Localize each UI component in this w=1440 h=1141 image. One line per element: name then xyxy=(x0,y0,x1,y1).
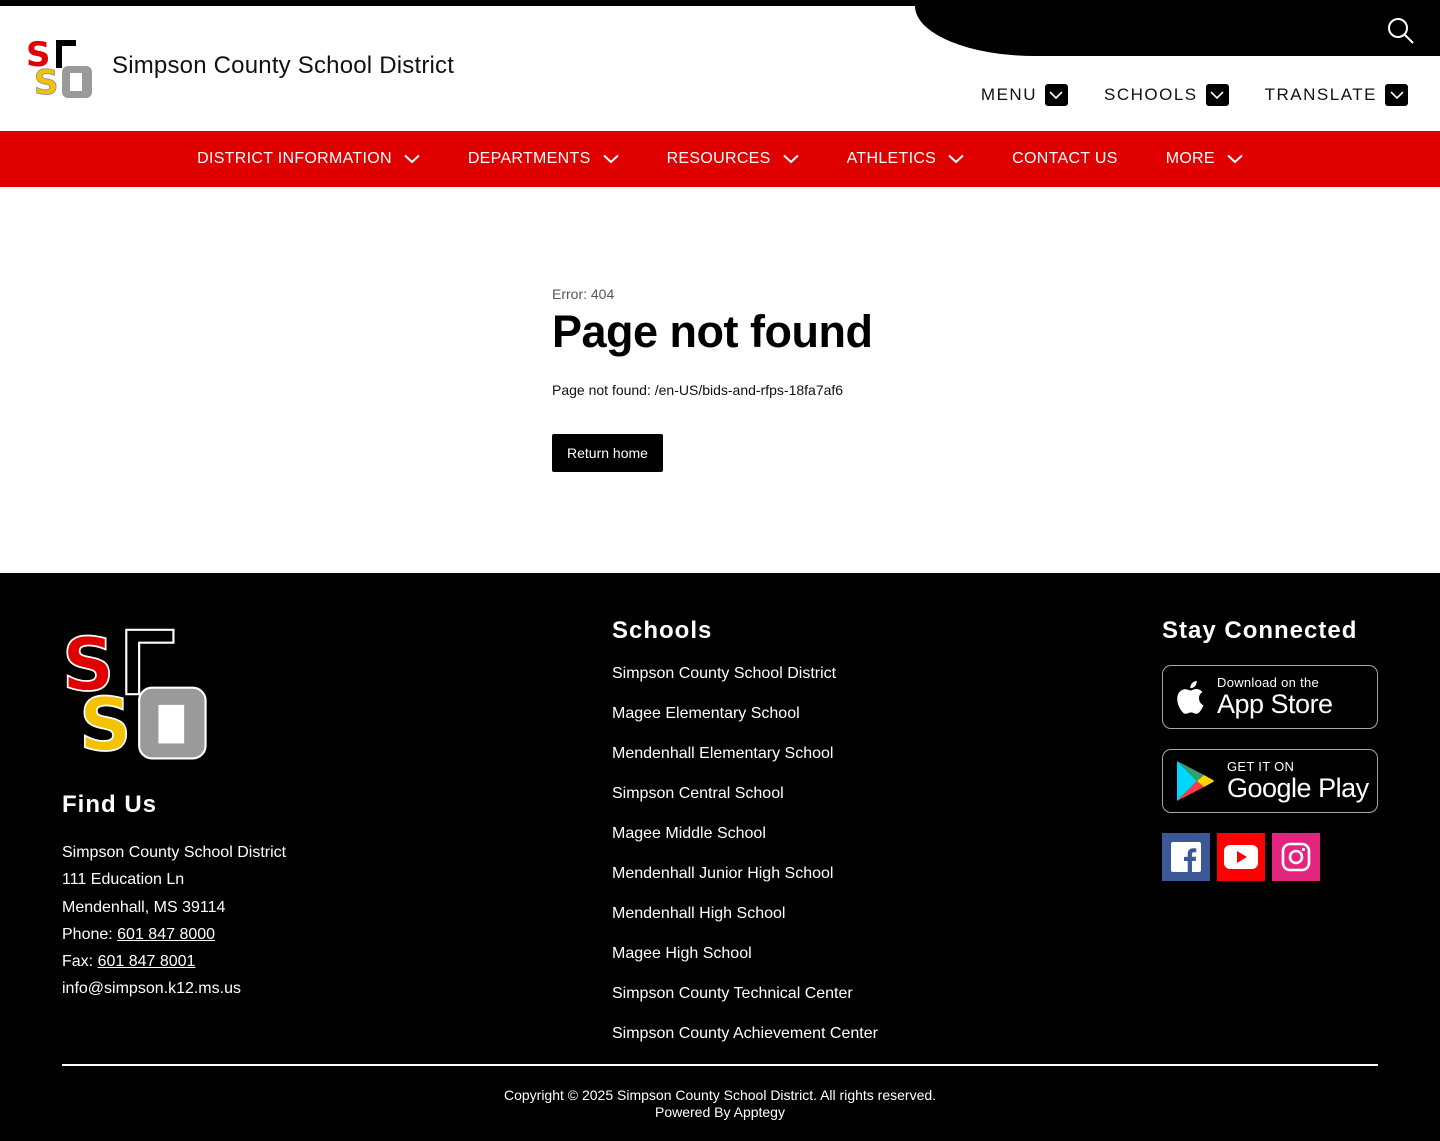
google-play-small-text: GET IT ON xyxy=(1227,759,1295,774)
site-title[interactable]: Simpson County School District xyxy=(112,52,454,80)
school-link[interactable]: Mendenhall Elementary School xyxy=(612,745,878,785)
nav-item-departments[interactable]: DEPARTMENTS xyxy=(444,131,643,187)
address-block: Simpson County School District 111 Educa… xyxy=(62,839,286,1003)
nav-item-contact-us[interactable]: CONTACT US xyxy=(988,131,1142,187)
svg-text:S: S xyxy=(34,63,59,102)
google-play-big-text: Google Play xyxy=(1227,773,1369,803)
street-address: 111 Education Ln xyxy=(62,871,185,889)
copyright-block: Copyright © 2025 Simpson County School D… xyxy=(0,1087,1440,1121)
chevron-down-icon xyxy=(404,154,420,164)
app-store-small-text: Download on the xyxy=(1217,675,1320,690)
error-code: Error: 404 xyxy=(552,286,615,302)
instagram-link[interactable] xyxy=(1272,833,1320,881)
facebook-icon xyxy=(1171,842,1201,872)
phone-link[interactable]: 601 847 8000 xyxy=(117,926,215,943)
school-link[interactable]: Magee High School xyxy=(612,945,878,985)
facebook-link[interactable] xyxy=(1162,833,1210,881)
translate-label: TRANSLATE xyxy=(1264,85,1377,104)
powered-by-link[interactable]: Powered By Apptegy xyxy=(0,1104,1440,1121)
chevron-down-icon xyxy=(1385,84,1408,106)
district-logo[interactable]: S S xyxy=(26,32,96,102)
school-link[interactable]: Simpson Central School xyxy=(612,785,878,825)
nav-item-label: RESOURCES xyxy=(666,150,771,167)
chevron-down-icon xyxy=(948,154,964,164)
chevron-down-icon xyxy=(1227,154,1243,164)
school-link[interactable]: Magee Elementary School xyxy=(612,705,878,745)
apple-icon xyxy=(1177,680,1204,714)
nav-item-label: DISTRICT INFORMATION xyxy=(197,150,392,167)
google-play-icon xyxy=(1177,761,1214,801)
district-name: Simpson County School District xyxy=(62,844,287,861)
nav-item-more[interactable]: MORE xyxy=(1142,131,1267,187)
chevron-down-icon xyxy=(1044,84,1068,106)
chevron-down-icon xyxy=(602,154,619,164)
nav-item-label: CONTACT US xyxy=(1012,150,1118,167)
school-link[interactable]: Magee Middle School xyxy=(612,825,878,865)
nav-item-resources[interactable]: RESOURCES xyxy=(643,131,823,187)
fax-line: Fax: 601 847 8001 xyxy=(62,948,286,975)
school-link[interactable]: Mendenhall Junior High School xyxy=(612,865,878,905)
youtube-icon xyxy=(1224,845,1258,869)
nav-item-athletics[interactable]: ATHLETICS xyxy=(823,131,989,187)
school-list: Simpson County School District Magee Ele… xyxy=(612,665,878,1065)
schools-button[interactable]: SCHOOLS xyxy=(1104,84,1229,106)
fax-label: Fax: xyxy=(62,953,98,971)
menu-label: MENU xyxy=(980,85,1037,104)
not-found-message: Page not found: /en-US/bids-and-rfps-18f… xyxy=(552,382,844,398)
site-header: S S Simpson County School District MENU … xyxy=(0,6,1440,131)
nav-item-district-information[interactable]: DISTRICT INFORMATION xyxy=(173,131,444,187)
school-link[interactable]: Simpson County Technical Center xyxy=(612,985,878,1025)
menu-button[interactable]: MENU xyxy=(981,84,1068,106)
main-nav: DISTRICT INFORMATION DEPARTMENTS RESOURC… xyxy=(0,131,1440,187)
social-links xyxy=(1162,833,1320,881)
school-link[interactable]: Simpson County Achievement Center xyxy=(612,1025,878,1065)
city-state-zip: Mendenhall, MS 39114 xyxy=(62,898,226,916)
copyright-text: Copyright © 2025 Simpson County School D… xyxy=(503,1087,937,1103)
svg-text:S: S xyxy=(79,683,131,767)
site-footer: S S Find Us Simpson County School Distri… xyxy=(0,573,1440,1141)
district-logo: S S xyxy=(62,622,207,767)
nav-item-label: ATHLETICS xyxy=(846,150,937,167)
instagram-icon xyxy=(1281,842,1311,872)
schools-title: Schools xyxy=(612,617,713,644)
stay-connected-title: Stay Connected xyxy=(1162,617,1358,644)
search-icon[interactable] xyxy=(1386,16,1416,46)
app-store-big-text: App Store xyxy=(1217,689,1333,719)
nav-item-label: DEPARTMENTS xyxy=(467,150,591,167)
youtube-link[interactable] xyxy=(1217,833,1265,881)
header-black-cap xyxy=(915,6,1440,56)
phone-label: Phone: xyxy=(62,925,118,943)
page-title: Page not found xyxy=(552,306,873,357)
top-links: MENU SCHOOLS TRANSLATE xyxy=(981,84,1408,106)
find-us-title: Find Us xyxy=(62,791,157,818)
email-address[interactable]: info@simpson.k12.ms.us xyxy=(62,975,286,1002)
google-play-badge[interactable]: GET IT ON Google Play xyxy=(1162,749,1378,813)
nav-item-label: MORE xyxy=(1165,150,1215,167)
translate-button[interactable]: TRANSLATE xyxy=(1265,84,1408,106)
return-home-button[interactable]: Return home xyxy=(552,434,663,472)
school-link[interactable]: Mendenhall High School xyxy=(612,905,878,945)
fax-link[interactable]: 601 847 8001 xyxy=(98,953,196,970)
chevron-down-icon xyxy=(1205,84,1229,106)
footer-divider xyxy=(62,1064,1378,1066)
school-link[interactable]: Simpson County School District xyxy=(612,665,878,705)
app-store-badge[interactable]: Download on the App Store xyxy=(1162,665,1378,729)
phone-line: Phone: 601 847 8000 xyxy=(62,921,286,948)
chevron-down-icon xyxy=(782,154,799,164)
main-content: Error: 404 Page not found Page not found… xyxy=(552,286,1252,472)
schools-label: SCHOOLS xyxy=(1103,85,1198,104)
